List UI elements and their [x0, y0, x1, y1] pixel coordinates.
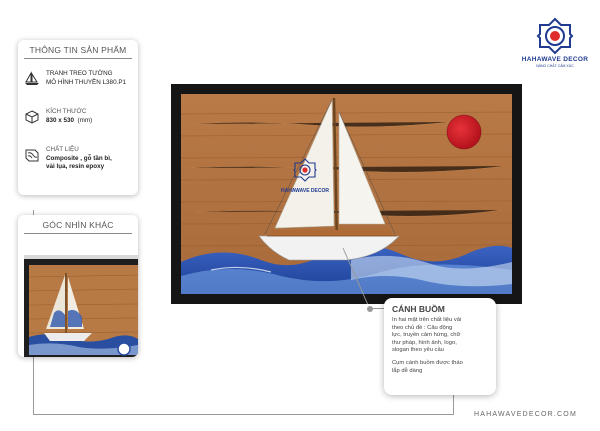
product-info-title: THÔNG TIN SẢN PHẨM — [29, 45, 127, 55]
brand-name: HAHAWAVE DECOR — [521, 56, 589, 63]
callout-pointer-dot — [367, 306, 373, 312]
frame-line-right — [453, 395, 454, 415]
other-angle-title: GÓC NHÌN KHÁC — [42, 220, 114, 230]
brand-logo-icon[interactable] — [535, 16, 575, 56]
sailboat-artwork[interactable]: HAHAWAVE DECOR — [171, 84, 522, 304]
size-value: 830 x 530 — [46, 116, 75, 124]
frame-line-bottom — [33, 414, 453, 415]
website-url[interactable]: HAHAWAVEDECOR.COM — [474, 411, 577, 418]
callout-title: CÁNH BUỒM — [392, 304, 445, 314]
card-divider — [24, 58, 132, 59]
size-unit: (mm) — [77, 116, 93, 124]
material-layers-icon — [25, 149, 39, 162]
callout-pointer-line — [372, 308, 384, 309]
product-size-row: KÍCH THƯỚC 830 x 530 (mm) — [24, 108, 134, 125]
callout-description: In hai mặt trên chất liệu vải theo chủ đ… — [392, 317, 488, 355]
callout-note-line: lắp dễ dàng — [392, 367, 423, 374]
product-name-line2: MÔ HÌNH THUYỀN L380.P1 — [46, 78, 127, 86]
brand-tagline: NÂNG CHẤT CẢM XÚC — [536, 64, 574, 68]
size-label: KÍCH THƯỚC — [46, 108, 87, 115]
boat-icon — [25, 71, 39, 85]
other-angle-card: GÓC NHÌN KHÁC — [18, 215, 138, 357]
callout-desc-line: lực, truyền cảm hứng, chữ — [392, 332, 461, 339]
callout-desc-line: thư pháp, hình ảnh, logo, — [392, 339, 457, 346]
callout-note: Cụm cánh buồm được tháo lắp dễ dàng — [392, 360, 488, 375]
sail-logo-text: HAHAWAVE DECOR — [281, 188, 329, 194]
product-name-line1: TRANH TREO TƯỜNG — [46, 70, 113, 77]
callout-note-line: Cụm cánh buồm được tháo — [392, 359, 463, 366]
callout-desc-line: theo chủ đề : Câu động — [392, 324, 453, 331]
product-material-row: CHẤT LIỆU Composite , gỗ tần bì, vải lụa… — [24, 146, 134, 172]
card-divider — [24, 233, 132, 234]
sail-callout: CÁNH BUỒM In hai mặt trên chất liệu vải … — [384, 298, 496, 395]
material-line1: Composite , gỗ tần bì, — [46, 154, 112, 162]
callout-desc-line: In hai mặt trên chất liệu vải — [392, 317, 462, 323]
dimension-cube-icon — [25, 110, 39, 124]
product-info-card: THÔNG TIN SẢN PHẨM TRANH TREO TƯỜNG MÔ H… — [18, 40, 138, 195]
material-line2: vải lụa, resin epoxy — [46, 163, 105, 170]
material-label: CHẤT LIỆU — [46, 146, 79, 153]
callout-desc-line: slogan theo yêu cầu — [392, 347, 444, 354]
product-name-row: TRANH TREO TƯỜNG MÔ HÌNH THUYỀN L380.P1 — [24, 70, 134, 87]
other-angle-photo[interactable] — [24, 255, 138, 357]
